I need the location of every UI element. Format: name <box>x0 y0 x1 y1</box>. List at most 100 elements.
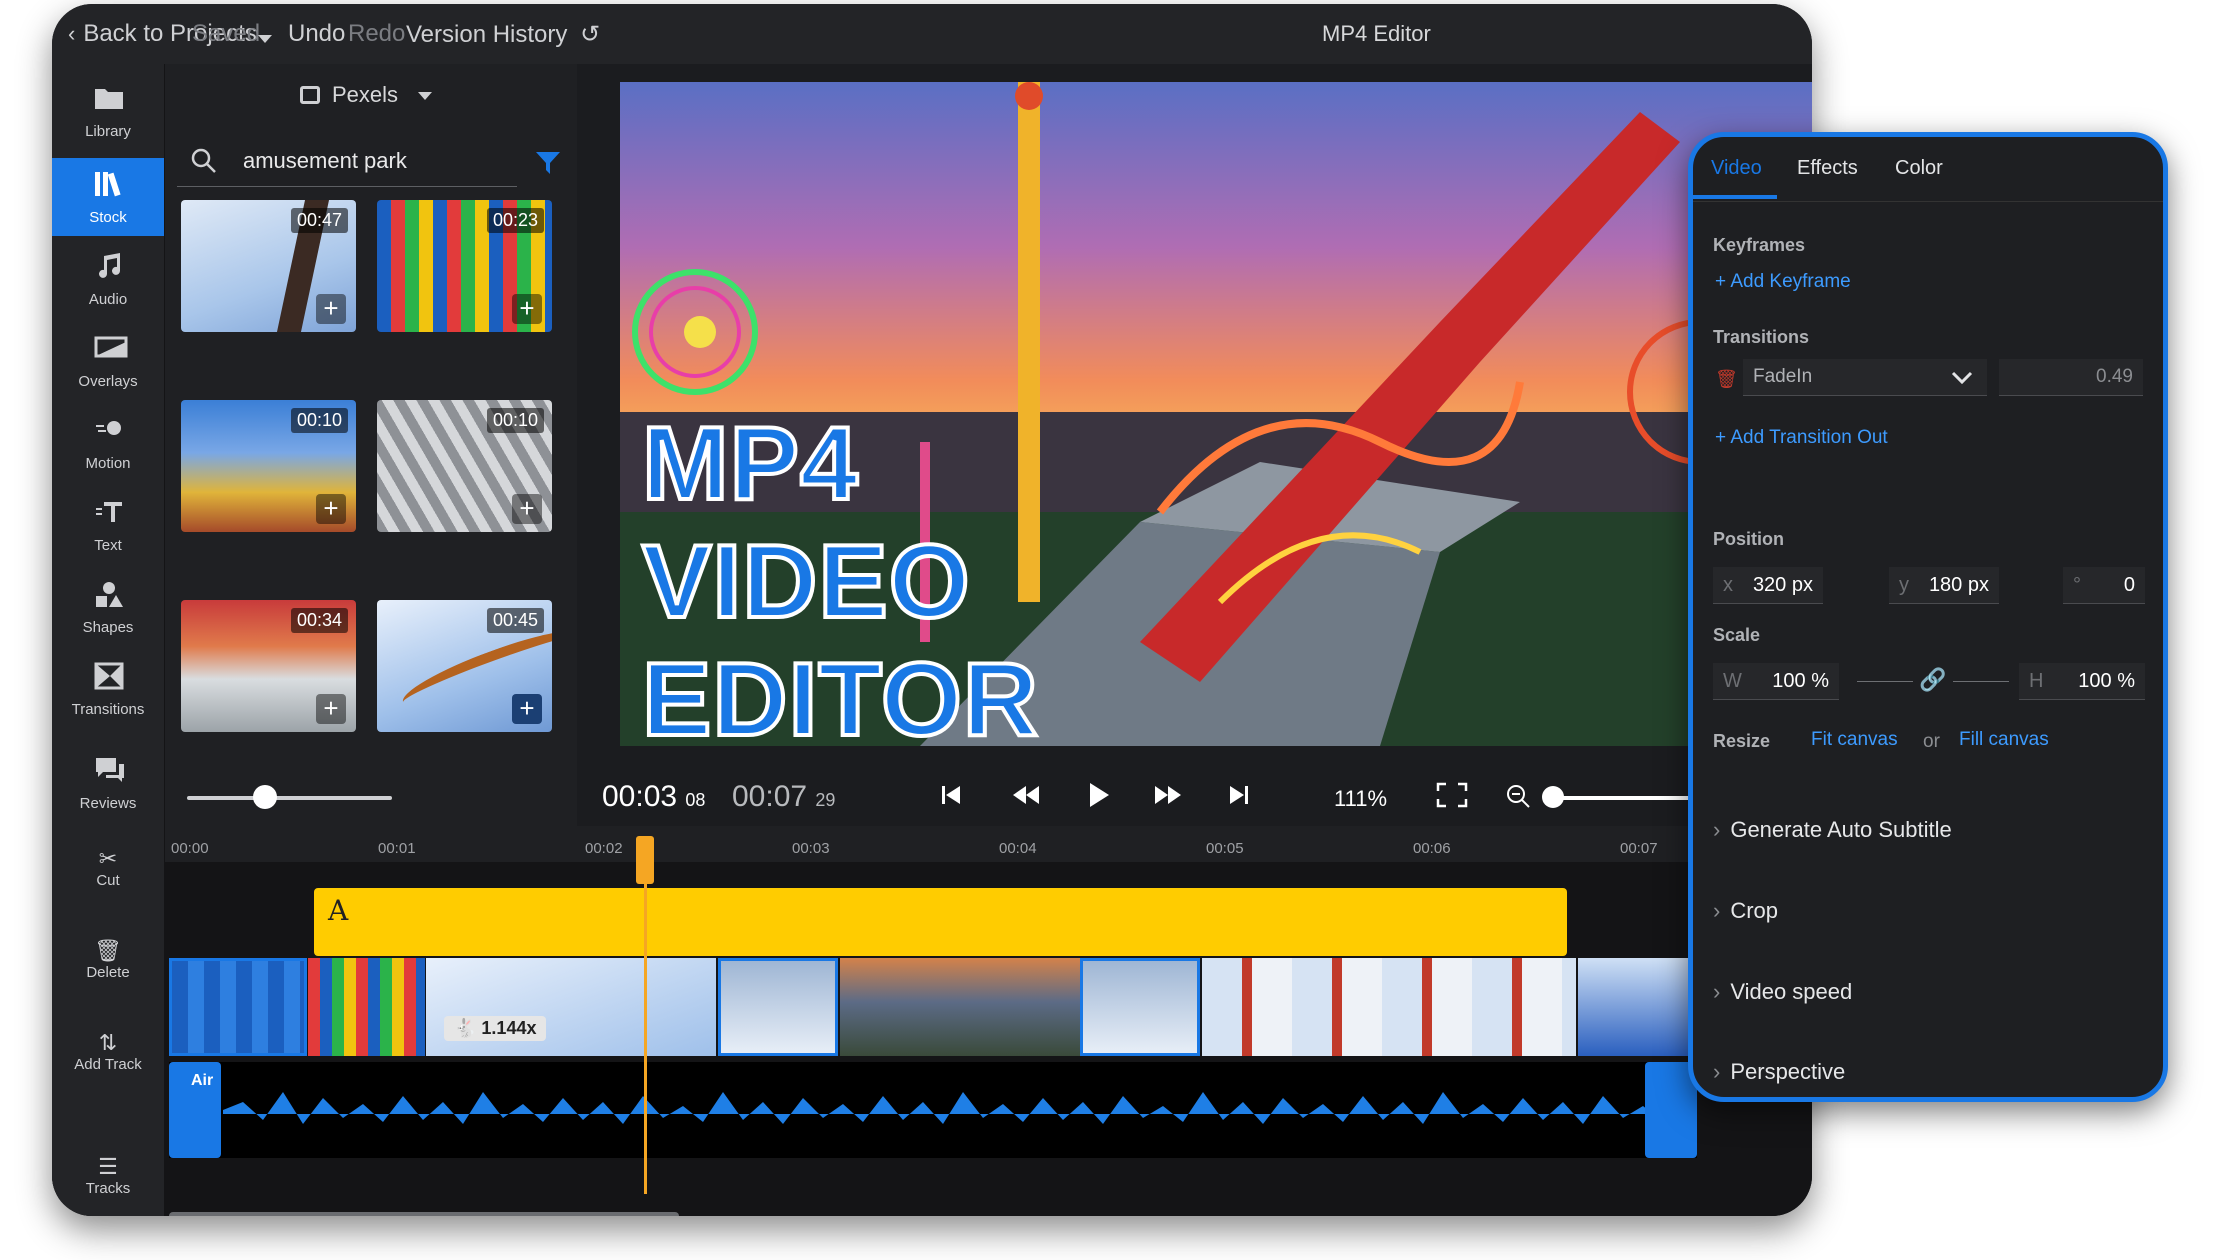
stock-thumbnail[interactable]: 00:45 + <box>377 600 552 732</box>
tab-effects[interactable]: Effects <box>1797 157 1858 180</box>
player-controls: 00:03 08 00:07 29 111% <box>52 764 1812 824</box>
fullscreen-icon[interactable] <box>1436 782 1468 808</box>
add-clip-button[interactable]: + <box>316 694 346 724</box>
scale-height-field[interactable]: H 100 % <box>2019 663 2145 700</box>
video-clip[interactable] <box>169 958 307 1056</box>
fit-canvas-button[interactable]: Fit canvas <box>1811 729 1898 751</box>
tab-video[interactable]: Video <box>1711 157 1762 180</box>
undo-button[interactable]: Undo <box>288 20 345 48</box>
play-icon[interactable] <box>1088 782 1110 808</box>
transition-clip[interactable] <box>718 958 838 1056</box>
rewind-icon[interactable] <box>1012 784 1040 806</box>
add-transition-out-button[interactable]: + Add Transition Out <box>1715 427 1888 449</box>
plus-icon: + <box>1715 427 1731 448</box>
sidebar-item-transitions[interactable]: Transitions <box>52 650 164 728</box>
ruler-tick: 00:03 <box>792 840 830 857</box>
ruler-tick: 00:02 <box>585 840 623 857</box>
stock-thumbnail[interactable]: 00:23 + <box>377 200 552 332</box>
zoom-slider[interactable] <box>1546 796 1706 800</box>
sidebar-item-library[interactable]: Library <box>52 72 164 150</box>
add-clip-button[interactable]: + <box>512 694 542 724</box>
tracks-button[interactable]: ☰ Tracks <box>52 1154 164 1197</box>
skip-to-end-icon[interactable] <box>1228 784 1248 806</box>
trash-icon: 🗑 <box>94 938 122 963</box>
add-track-button[interactable]: ⇅ Add Track <box>52 1030 164 1073</box>
video-preview[interactable]: MP4 VIDEO EDITOR <box>620 82 1812 746</box>
add-clip-button[interactable]: + <box>512 294 542 324</box>
ruler-tick: 00:01 <box>378 840 416 857</box>
scale-link-line <box>1953 681 2009 682</box>
layers-icon: ☰ <box>98 1154 118 1179</box>
stock-thumbnail[interactable]: 00:10 + <box>181 400 356 532</box>
filter-icon[interactable] <box>536 152 560 174</box>
skip-to-start-icon[interactable] <box>942 784 962 806</box>
position-x-field[interactable]: x 320 px <box>1713 567 1823 604</box>
sidebar-item-overlays[interactable]: Overlays <box>52 322 164 400</box>
stock-thumbnail[interactable]: 00:47 + <box>181 200 356 332</box>
section-video-speed[interactable]: › Video speed <box>1713 979 1852 1005</box>
sidebar-item-audio[interactable]: Audio <box>52 240 164 318</box>
scale-link-line <box>1857 681 1913 682</box>
transition-duration-field[interactable]: 0.49 <box>1999 359 2143 396</box>
active-tab-indicator <box>1693 195 1777 199</box>
transitions-heading: Transitions <box>1713 327 1810 347</box>
zoom-out-icon[interactable] <box>1506 784 1530 808</box>
total-timecode: 00:07 29 <box>732 780 836 813</box>
history-icon: ↺ <box>580 21 601 48</box>
position-y-field[interactable]: y 180 px <box>1889 567 1999 604</box>
stock-search-field[interactable]: amusement park <box>177 134 517 187</box>
chevron-down-icon <box>1951 371 1973 385</box>
transition-select[interactable]: FadeIn <box>1743 359 1987 396</box>
chevron-right-icon: › <box>1713 1059 1721 1084</box>
playhead[interactable] <box>644 836 647 1194</box>
position-heading: Position <box>1713 529 1784 549</box>
sidebar-item-text[interactable]: Text <box>52 486 164 564</box>
zoom-slider-handle[interactable] <box>1542 786 1564 808</box>
section-perspective[interactable]: › Perspective <box>1713 1059 1845 1085</box>
add-keyframe-button[interactable]: + Add Keyframe <box>1715 271 1851 293</box>
transition-clip[interactable] <box>1080 958 1200 1056</box>
sidebar-item-shapes[interactable]: Shapes <box>52 568 164 646</box>
saved-dropdown-icon[interactable] <box>258 24 272 52</box>
video-clip[interactable] <box>1202 958 1576 1056</box>
stock-thumbnail[interactable]: 00:10 + <box>377 400 552 532</box>
keyframes-heading: Keyframes <box>1713 235 1806 255</box>
stock-icon <box>95 172 121 197</box>
ruler-tick: 00:06 <box>1413 840 1451 857</box>
section-crop[interactable]: › Crop <box>1713 898 1778 924</box>
add-clip-button[interactable]: + <box>512 494 542 524</box>
stock-thumbnail[interactable]: 00:34 + <box>181 600 356 732</box>
fast-forward-icon[interactable] <box>1154 784 1182 806</box>
link-icon[interactable]: 🔗 <box>1919 667 1946 693</box>
current-timecode: 00:03 08 <box>602 780 706 813</box>
video-clip[interactable] <box>308 958 425 1056</box>
video-clip[interactable] <box>840 958 1080 1056</box>
tab-color[interactable]: Color <box>1895 157 1943 180</box>
rotation-field[interactable]: ° 0 <box>2063 567 2145 604</box>
text-clip[interactable]: A <box>314 888 1567 956</box>
fill-canvas-button[interactable]: Fill canvas <box>1959 729 2049 751</box>
redo-button[interactable]: Redo <box>348 20 405 48</box>
properties-panel: Video Effects Color Keyframes + Add Keyf… <box>1688 132 2168 1102</box>
section-generate-auto-subtitle[interactable]: › Generate Auto Subtitle <box>1713 817 1952 843</box>
add-clip-button[interactable]: + <box>316 294 346 324</box>
search-input[interactable]: amusement park <box>243 148 407 174</box>
chevron-left-icon: ‹ <box>68 21 76 46</box>
video-clip[interactable] <box>1578 958 1695 1056</box>
time-ruler[interactable]: 00:00 00:01 00:02 00:03 00:04 00:05 00:0… <box>165 826 1812 862</box>
audio-track[interactable]: Air <box>169 1062 1697 1158</box>
camera-icon <box>300 86 320 104</box>
transitions-icon <box>94 662 124 690</box>
source-selector[interactable]: Pexels <box>300 82 433 108</box>
scale-width-field[interactable]: W 100 % <box>1713 663 1839 700</box>
text-icon <box>96 502 122 522</box>
version-history-button[interactable]: Version History ↺ <box>406 20 600 49</box>
delete-transition-icon[interactable]: 🗑 <box>1715 369 1738 390</box>
cut-button[interactable]: ✂ Cut <box>52 846 164 889</box>
sidebar-item-motion[interactable]: Motion <box>52 404 164 482</box>
delete-button[interactable]: 🗑 Delete <box>52 938 164 981</box>
sidebar-item-stock[interactable]: Stock <box>52 158 164 236</box>
timeline-scrollbar[interactable] <box>169 1212 679 1216</box>
video-clip[interactable]: 🐇 1.144x <box>426 958 716 1056</box>
add-clip-button[interactable]: + <box>316 494 346 524</box>
